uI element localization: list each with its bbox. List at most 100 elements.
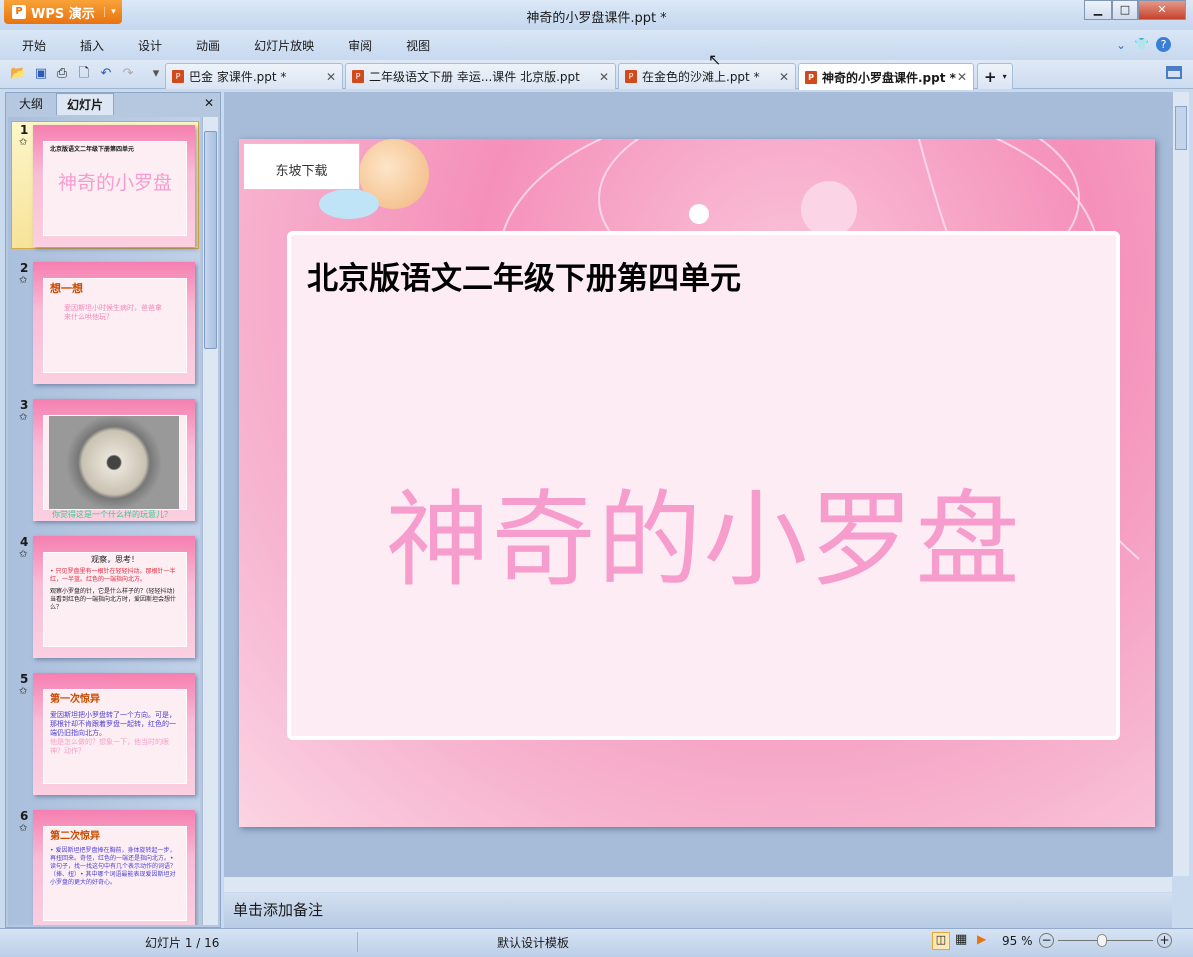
open-icon[interactable]: 📂 (10, 66, 26, 82)
menu-slideshow[interactable]: 幻灯片放映 (254, 37, 314, 54)
mouse-cursor-icon: ↖ (708, 50, 722, 69)
doc-tab-label: 巴金 家课件.ppt * (189, 70, 287, 84)
thumb-text: • 只见罗盘里有一根针在轻轻抖动。那根针一半红，一半蓝。红色的一端指向北方。 (50, 568, 176, 583)
ppt-file-icon: P (805, 70, 817, 84)
zoom-level: 95 % (1002, 934, 1033, 948)
slide-thumbnail-3[interactable]: 你觉得这是一个什么样的玩意儿？ (33, 399, 195, 521)
zoom-in-button[interactable]: + (1157, 933, 1172, 948)
scrollbar-thumb[interactable] (204, 131, 217, 349)
maximize-button[interactable]: □ (1112, 0, 1138, 20)
menu-animation[interactable]: 动画 (196, 37, 220, 54)
thumbnail-scrollbar[interactable] (202, 117, 218, 925)
notes-pane[interactable]: 单击添加备注 (224, 893, 1172, 928)
new-tab-button[interactable]: + ▾ (977, 63, 1013, 89)
slide-thumbnail-6[interactable]: 第二次惊异 • 爱因斯坦把罗盘捧在胸前，身体旋转起一步，再扭回来。奇怪，红色的一端… (33, 810, 195, 925)
menu-review[interactable]: 审阅 (348, 37, 372, 54)
slide-number: 5 (20, 672, 29, 686)
source-label-box[interactable]: 东坡下载 (243, 143, 360, 190)
slide-number: 4 (20, 535, 29, 549)
thumb-text: 爱因斯坦小时候生病时，爸爸拿来什么哄他玩？ (64, 304, 162, 321)
doc-tab-label: 在金色的沙滩上.ppt * (642, 70, 760, 84)
menu-design[interactable]: 设计 (138, 37, 162, 54)
slide-header-text[interactable]: 北京版语文二年级下册第四单元 (307, 253, 741, 298)
menu-view[interactable]: 视图 (406, 37, 430, 54)
normal-view-icon[interactable]: ◫ (932, 932, 950, 950)
slide-number: 1 (20, 123, 29, 137)
slide-sorter-icon[interactable]: ▦ (955, 932, 967, 947)
close-tab-icon[interactable]: ✕ (599, 70, 609, 84)
close-tab-icon[interactable]: ✕ (779, 70, 789, 84)
thumb-text: 爱因斯坦把小罗盘转了一个方向。可是，那根针却不肯跟着罗盘一起转，红色的一端仍旧指… (50, 711, 176, 737)
thumb-heading: 观察，思考！ (91, 555, 139, 564)
divider (357, 932, 358, 952)
animation-star-icon: ✩ (19, 686, 28, 697)
slide-thumbnail-4[interactable]: 观察，思考！ • 只见罗盘里有一根针在轻轻抖动。那根针一半红，一半蓝。红色的一端指… (33, 536, 195, 658)
slide-thumbnail-1[interactable]: 北京版语文二年级下册第四单元神奇的小罗盘 (33, 125, 195, 247)
help-icon[interactable]: ? (1156, 37, 1171, 52)
compass-image (49, 416, 179, 509)
slideshow-icon[interactable]: ▶ (977, 932, 986, 946)
ppt-file-icon: P (625, 70, 637, 83)
skin-icon[interactable]: 👕 (1134, 37, 1149, 51)
thumb-title: 神奇的小罗盘 (57, 172, 172, 194)
tab-slides[interactable]: 幻灯片 (56, 93, 114, 115)
slide-thumbnail-5[interactable]: 第一次惊异爱因斯坦把小罗盘转了一个方向。可是，那根针却不肯跟着罗盘一起转，红色的… (33, 673, 195, 795)
close-panel-icon[interactable]: ✕ (204, 96, 214, 110)
slides-panel: 大纲 幻灯片 ✕ 1 ✩ 北京版语文二年级下册第四单元神奇的小罗盘 2 ✩ 想一… (5, 92, 221, 928)
menu-home[interactable]: 开始 (22, 37, 46, 54)
close-button[interactable]: ✕ (1138, 0, 1186, 20)
close-tab-icon[interactable]: ✕ (326, 70, 336, 84)
close-tab-icon[interactable]: ✕ (957, 70, 967, 84)
animation-star-icon: ✩ (19, 137, 28, 148)
animation-star-icon: ✩ (19, 275, 28, 286)
undo-icon[interactable]: ↶ (98, 66, 114, 82)
doc-tab[interactable]: P 巴金 家课件.ppt * ✕ (165, 63, 343, 89)
menu-insert[interactable]: 插入 (80, 37, 104, 54)
print-preview-icon[interactable]: 🗋 (76, 66, 92, 82)
current-slide[interactable]: 东坡下载 北京版语文二年级下册第四单元 神奇的小罗盘 (239, 139, 1155, 827)
redo-icon[interactable]: ↷ (120, 66, 136, 82)
thumb-text: • 爱因斯坦把罗盘捧在胸前，身体旋转起一步，再扭回来。奇怪，红色的一端还是指向北… (50, 847, 177, 886)
thumb-heading: 想一想 (50, 282, 83, 295)
ppt-file-icon: P (352, 70, 364, 83)
save-icon[interactable]: ▣ (33, 66, 49, 82)
print-icon[interactable]: ⎙ (54, 66, 70, 82)
zoom-slider-handle[interactable] (1097, 934, 1107, 947)
ppt-file-icon: P (172, 70, 184, 83)
doc-tab[interactable]: P 二年级语文下册 幸运...课件 北京版.ppt ✕ (345, 63, 616, 89)
window-title: 神奇的小罗盘课件.ppt * (526, 11, 667, 26)
thumb-text: 他是怎么做的？想象一下，他当时的眼神？动作？ (50, 738, 169, 755)
slide-number: 6 (20, 809, 29, 823)
thumb-header: 北京版语文二年级下册第四单元 (50, 146, 135, 153)
animation-star-icon: ✩ (19, 823, 28, 834)
tab-outline[interactable]: 大纲 (8, 93, 54, 115)
thumb-heading: 第二次惊异 (50, 831, 100, 842)
slide-number: 2 (20, 261, 29, 275)
vertical-scrollbar[interactable] (1172, 92, 1189, 876)
horizontal-scrollbar[interactable] (224, 876, 1172, 892)
slide-title-text[interactable]: 神奇的小罗盘 (291, 455, 1116, 606)
customize-toolbar-icon[interactable]: ▾ (148, 66, 164, 82)
collapse-ribbon-icon[interactable]: ⌄ (1116, 38, 1126, 52)
content-box[interactable]: 北京版语文二年级下册第四单元 神奇的小罗盘 (287, 231, 1120, 740)
zoom-out-button[interactable]: − (1039, 933, 1054, 948)
doc-tab-active[interactable]: P 神奇的小罗盘课件.ppt * ✕ (798, 63, 974, 90)
minimize-button[interactable]: ▁ (1084, 0, 1112, 20)
slide-thumbnail-2[interactable]: 想一想爱因斯坦小时候生病时，爸爸拿来什么哄他玩？ (33, 262, 195, 384)
doc-tab-label: 二年级语文下册 幸运...课件 北京版.ppt (369, 70, 580, 84)
animation-star-icon: ✩ (19, 412, 28, 423)
slide-indicator: 幻灯片 1 / 16 (145, 936, 220, 950)
doc-tab[interactable]: P 在金色的沙滩上.ppt * ✕ (618, 63, 796, 89)
slide-number: 3 (20, 398, 29, 412)
animation-star-icon: ✩ (19, 549, 28, 560)
window-mode-icon[interactable] (1166, 66, 1182, 79)
status-bar: 幻灯片 1 / 16 默认设计模板 ◫ ▦ ▶ 95 % − + (0, 928, 1193, 957)
template-name[interactable]: 默认设计模板 (497, 934, 569, 951)
thumbnail-list: 1 ✩ 北京版语文二年级下册第四单元神奇的小罗盘 2 ✩ 想一想爱因斯坦小时候生… (8, 117, 200, 925)
thumb-caption: 你觉得这是一个什么样的玩意儿？ (52, 510, 172, 519)
thumb-text: 观察小罗盘的针，它是什么样子的？(轻轻抖动)当看到红色的一端指向北方时，爱因斯坦… (50, 588, 177, 611)
menu-bar: 开始 插入 设计 动画 幻灯片放映 审阅 视图 (0, 30, 1193, 60)
thumb-heading: 第一次惊异 (50, 694, 100, 705)
scrollbar-thumb[interactable] (1175, 106, 1187, 150)
doc-tab-label: 神奇的小罗盘课件.ppt * (822, 70, 956, 85)
